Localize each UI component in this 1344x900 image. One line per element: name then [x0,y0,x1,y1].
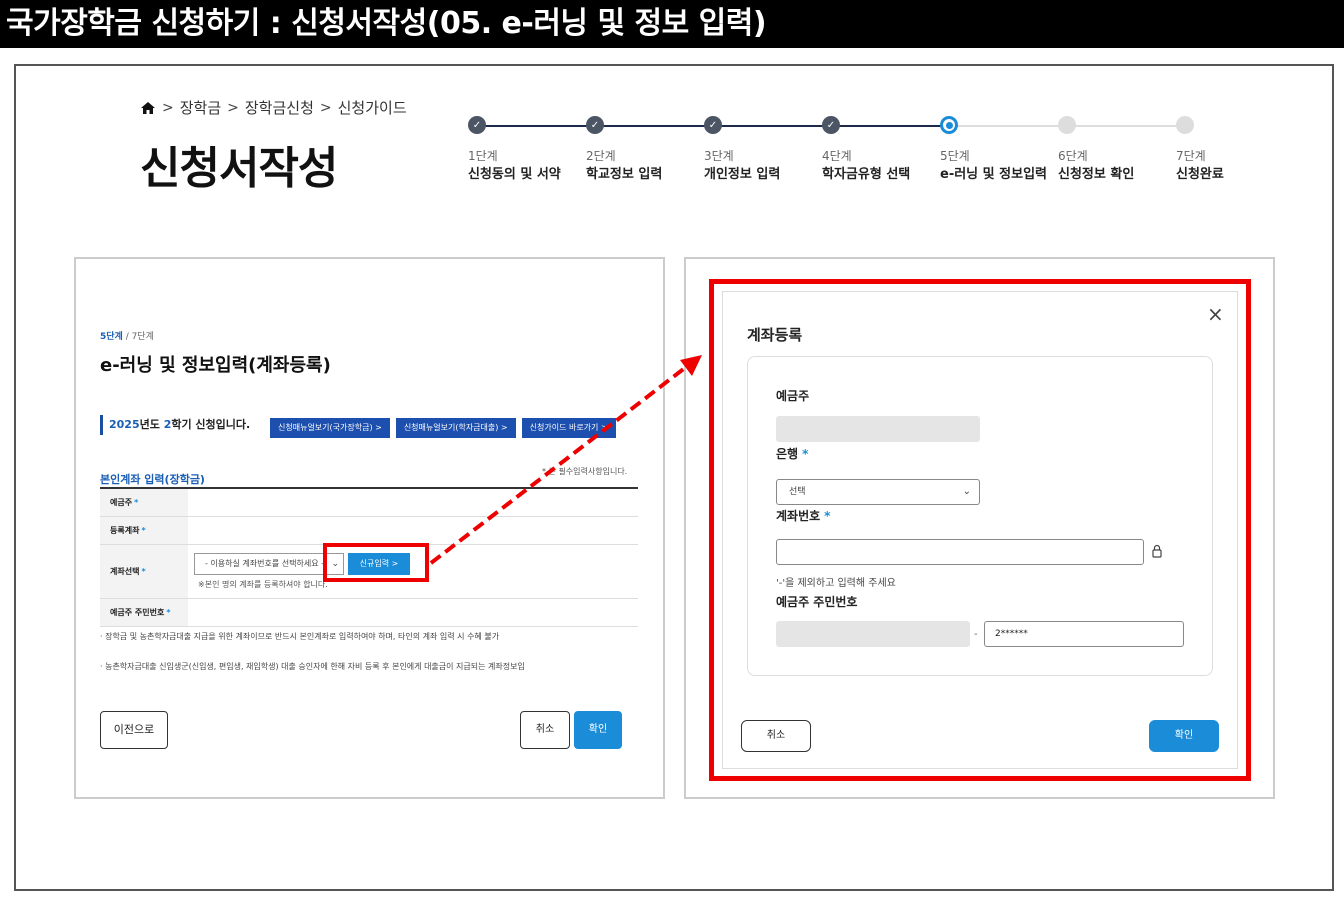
semester-text: 학기 신청입니다. [171,418,251,431]
step-number: 2단계 [586,149,616,163]
row-label: 예금주 * [100,489,188,516]
guide-button[interactable]: 신청가이드 바로가기 > [521,418,616,438]
step-name: 학자금유형 선택 [822,167,911,182]
semester-notice: 2025년도 2학기 신청입니다. [100,415,250,435]
check-icon: ✓ [704,116,722,134]
chevron-right-icon: > [227,99,239,116]
highlight-box-new-button [323,543,429,582]
previous-button[interactable]: 이전으로 [100,711,168,749]
chevron-right-icon: > [162,99,174,116]
highlight-box-modal [709,279,1251,781]
pending-step-icon [1176,116,1194,134]
step-number: 1단계 [468,149,498,163]
chevron-right-icon: > [319,99,332,116]
breadcrumb-item[interactable]: 신청가이드 [338,97,407,118]
breadcrumb: > 장학금 > 장학금신청 > 신청가이드 [140,97,407,118]
required-mark: * [141,526,146,535]
select-note: ※본인 명의 계좌를 등록하셔야 합니다. [198,580,328,589]
pending-step-icon [1058,116,1076,134]
row-label-text: 계좌선택 [110,567,140,576]
step-name: 신청정보 확인 [1058,167,1135,182]
breadcrumb-item[interactable]: 장학금신청 [245,97,314,118]
row-label-text: 등록계좌 [110,526,140,535]
step-name: 개인정보 입력 [704,167,781,182]
table-row: 예금주 주민번호 * [100,599,638,627]
notice-bullet: · 농촌학자금대출 신입생군(신입생, 편입생, 재입학생) 대출 승인자에 한… [100,662,525,671]
notice-bullet: · 장학금 및 농촌학자금대출 지급을 위한 계좌이므로 반드시 본인계좌로 입… [100,632,500,641]
step-number: 4단계 [822,149,852,163]
row-label-text: 예금주 [110,498,133,507]
check-icon: ✓ [822,116,840,134]
breadcrumb-item[interactable]: 장학금 [180,97,221,118]
table-row: 등록계좌 * [100,517,638,545]
row-value [188,517,638,544]
manual-buttons: 신청매뉴얼보기(국가장학금) > 신청매뉴얼보기(학자금대출) > 신청가이드 … [270,418,616,438]
step-name: 신청완료 [1176,167,1224,182]
row-label-text: 예금주 주민번호 [110,608,165,617]
form-title: e-러닝 및 정보입력(계좌등록) [100,355,331,376]
step-name: e-러닝 및 정보입력 [940,167,1047,182]
table-row: 예금주 * [100,489,638,517]
step-number: 7단계 [1176,149,1206,163]
semester-year: 2025 [109,418,140,431]
manual-scholarship-button[interactable]: 신청매뉴얼보기(국가장학금) > [270,418,390,438]
section-title: 본인계좌 입력(장학금) [100,473,205,486]
step-name: 신청동의 및 서약 [468,167,561,182]
check-icon: ✓ [586,116,604,134]
confirm-button[interactable]: 확인 [574,711,622,749]
required-note: * 는 필수입력사항입니다. [542,467,628,476]
current-step-icon [940,116,958,134]
row-label: 계좌선택 * [100,545,188,598]
required-mark: * [134,498,139,507]
account-form-panel: 5단계 / 7단계 e-러닝 및 정보입력(계좌등록) 2025년도 2학기 신… [74,257,665,799]
step-indicator: 5단계 / 7단계 [100,329,154,342]
account-select[interactable]: - 이용하실 계좌번호를 선택하세요 - ⌄ [194,553,344,575]
cancel-button[interactable]: 취소 [520,711,570,749]
step-current: 5단계 [100,332,123,342]
header-title: 신청서작성 [140,143,338,194]
select-placeholder: - 이용하실 계좌번호를 선택하세요 - [205,559,324,568]
step-number: 3단계 [704,149,734,163]
page-title: 국가장학금 신청하기 : 신청서작성(05. e-러닝 및 정보 입력) [0,0,1344,48]
step-total: / 7단계 [122,332,154,342]
row-label: 예금주 주민번호 * [100,599,188,626]
step-number: 5단계 [940,149,970,163]
step-number: 6단계 [1058,149,1088,163]
home-icon[interactable] [140,100,156,116]
required-mark: * [141,567,146,576]
step-name: 학교정보 입력 [586,167,663,182]
row-label: 등록계좌 * [100,517,188,544]
required-mark: * [166,608,171,617]
manual-loan-button[interactable]: 신청매뉴얼보기(학자금대출) > [395,418,516,438]
check-icon: ✓ [468,116,486,134]
row-value [188,599,638,626]
step-progress: ✓ 1단계 신청동의 및 서약 ✓ 2단계 학교정보 입력 ✓ 3단계 개인정보… [468,116,1238,186]
row-value [188,489,638,516]
semester-text: 년도 [139,418,164,431]
